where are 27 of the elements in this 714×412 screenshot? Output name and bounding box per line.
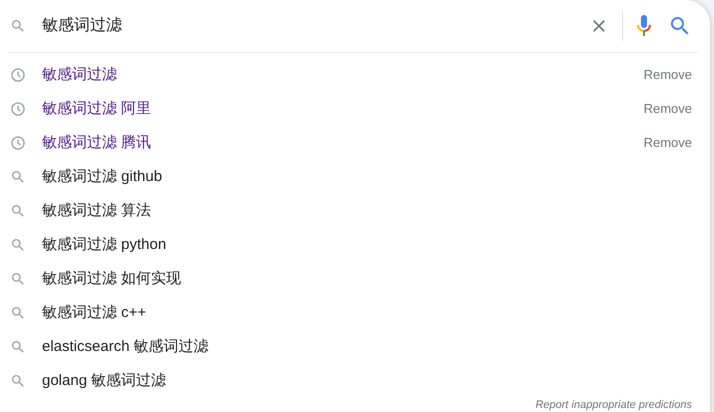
search-icon — [10, 18, 26, 34]
suggestion-text[interactable]: golang 敏感词过滤 — [42, 370, 692, 392]
search-icon — [10, 237, 26, 253]
clock-icon — [10, 67, 26, 83]
suggestion-text[interactable]: 敏感词过滤 腾讯 — [42, 132, 644, 154]
remove-link[interactable]: Remove — [644, 65, 692, 85]
search-icon — [10, 305, 26, 321]
remove-link[interactable]: Remove — [644, 133, 692, 153]
suggestion-text[interactable]: 敏感词过滤 github — [42, 166, 692, 188]
suggestion-text[interactable]: 敏感词过滤 python — [42, 234, 692, 256]
search-icon — [10, 203, 26, 219]
report-link[interactable]: Report inappropriate predictions — [535, 398, 692, 412]
suggestion-text[interactable]: 敏感词过滤 — [42, 64, 644, 86]
search-icon — [10, 373, 26, 389]
suggestion-text[interactable]: 敏感词过滤 如何实现 — [42, 268, 692, 290]
suggestion-text[interactable]: 敏感词过滤 算法 — [42, 200, 692, 222]
clock-icon — [10, 135, 26, 151]
suggestion-text[interactable]: elasticsearch 敏感词过滤 — [42, 336, 692, 358]
search-icon — [10, 169, 26, 185]
search-icon — [10, 339, 26, 355]
suggestion-text[interactable]: 敏感词过滤 c++ — [42, 302, 692, 324]
remove-link[interactable]: Remove — [644, 99, 692, 119]
suggestion-text[interactable]: 敏感词过滤 阿里 — [42, 98, 644, 120]
search-icon — [10, 271, 26, 287]
microphone-icon[interactable] — [636, 14, 652, 38]
clock-icon — [10, 101, 26, 117]
search-field[interactable]: 敏感词过滤 — [42, 14, 589, 38]
